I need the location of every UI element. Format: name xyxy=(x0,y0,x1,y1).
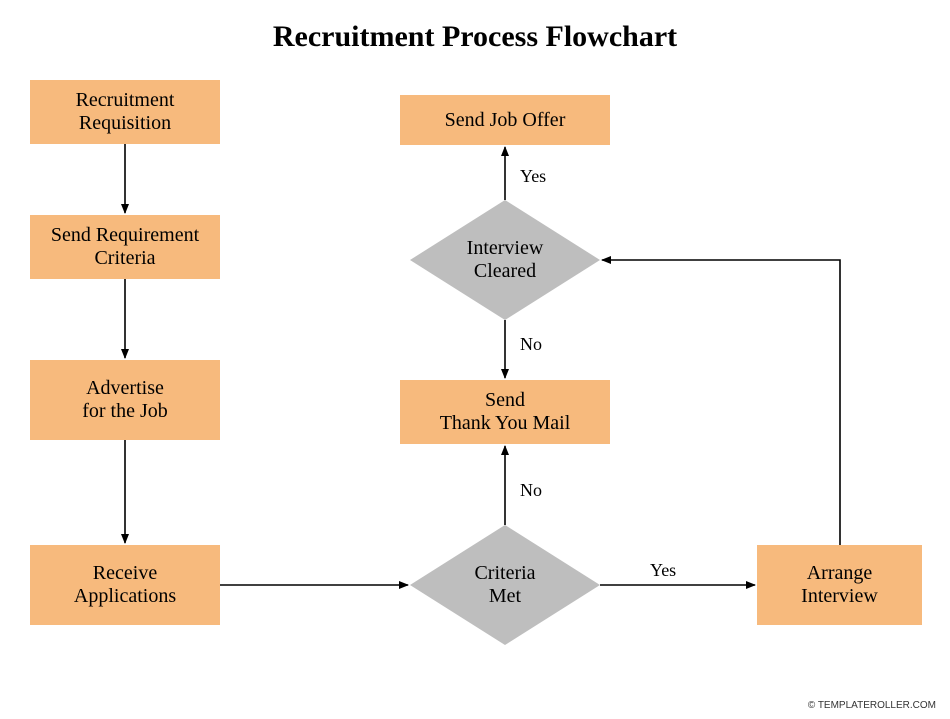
footer-credit: © TEMPLATEROLLER.COM xyxy=(808,700,936,711)
edge-label-criteria-met-no: No xyxy=(520,480,542,501)
node-send-thank-you-mail: Send Thank You Mail xyxy=(400,380,610,444)
node-arrange-interview: Arrange Interview xyxy=(757,545,922,625)
page-title: Recruitment Process Flowchart xyxy=(0,20,950,54)
node-interview-cleared-label: Interview Cleared xyxy=(410,200,600,320)
node-criteria-met: Criteria Met xyxy=(410,525,600,645)
node-recruitment-requisition: Recruitment Requisition xyxy=(30,80,220,144)
node-advertise-for-the-job: Advertise for the Job xyxy=(30,360,220,440)
node-send-job-offer: Send Job Offer xyxy=(400,95,610,145)
edge-label-interview-cleared-yes: Yes xyxy=(520,166,546,187)
node-interview-cleared: Interview Cleared xyxy=(410,200,600,320)
edge-label-interview-cleared-no: No xyxy=(520,334,542,355)
edge-label-criteria-met-yes: Yes xyxy=(650,560,676,581)
node-criteria-met-label: Criteria Met xyxy=(410,525,600,645)
node-send-requirement-criteria: Send Requirement Criteria xyxy=(30,215,220,279)
node-receive-applications: Receive Applications xyxy=(30,545,220,625)
